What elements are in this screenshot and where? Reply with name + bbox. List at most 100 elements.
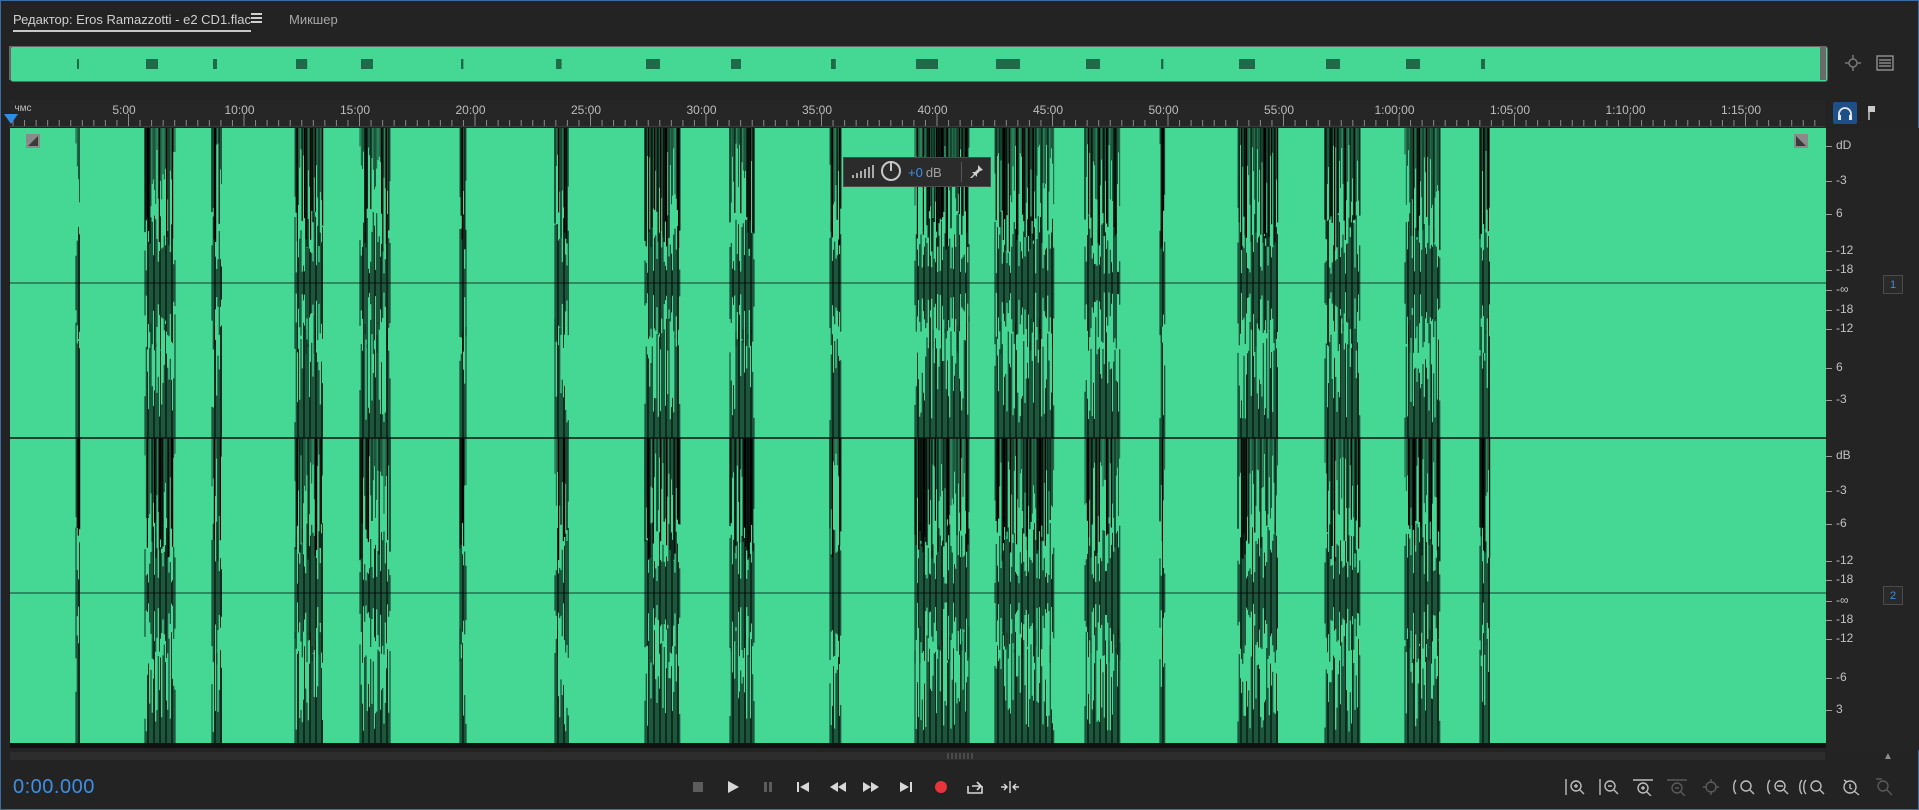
rewind-icon[interactable] xyxy=(825,776,851,798)
overview-quiet-section xyxy=(77,59,79,69)
fast-forward-icon[interactable] xyxy=(858,776,884,798)
overview-quiet-section xyxy=(1326,59,1340,69)
overview-waveform[interactable] xyxy=(10,46,1828,82)
scale-tick xyxy=(1826,601,1832,602)
panel-tab-bar: Редактор: Eros Ramazzotti - e2 CD1.flac … xyxy=(0,0,1919,36)
db-label: -6 xyxy=(1836,516,1847,530)
scale-tick xyxy=(1826,251,1832,252)
overview-quiet-section xyxy=(1239,59,1255,69)
db-label: -18 xyxy=(1836,302,1854,316)
tab-editor[interactable]: Редактор: Eros Ramazzotti - e2 CD1.flac xyxy=(13,12,252,32)
zoom-out-selection-icon[interactable] xyxy=(1764,776,1794,798)
zoom-in-time-icon[interactable] xyxy=(1628,776,1658,798)
overview-quiet-section xyxy=(916,59,938,69)
zoom-in-amplitude-icon[interactable] xyxy=(1560,776,1590,798)
db-label: 6 xyxy=(1836,360,1843,374)
scale-tick xyxy=(1826,524,1832,525)
scale-tick xyxy=(1826,214,1832,215)
db-label: -12 xyxy=(1836,553,1854,567)
overview-quiet-section xyxy=(996,59,1020,69)
db-label: 3 xyxy=(1836,702,1843,716)
zoom-full-icon[interactable] xyxy=(1696,776,1726,798)
scale-tick xyxy=(1826,639,1832,640)
overview-quiet-section xyxy=(831,59,836,69)
db-label: dD xyxy=(1836,138,1852,152)
overview-quiet-section xyxy=(213,59,217,69)
pause-icon[interactable] xyxy=(755,776,781,798)
list-icon[interactable] xyxy=(1873,52,1897,74)
overview-quiet-section xyxy=(361,59,373,69)
amplitude-scale[interactable]: dD -3 6 -12 -18 -∞ -18 -12 6 -3 dB -3 -6 -12 -18 -∞ -18 -… xyxy=(1826,128,1919,750)
db-label: -18 xyxy=(1836,572,1854,586)
scale-tick xyxy=(1826,290,1832,291)
volume-value[interactable]: +0 xyxy=(908,165,923,180)
go-to-start-icon[interactable] xyxy=(790,776,816,798)
waveform-quiet-section xyxy=(1479,438,1491,748)
headphones-icon[interactable] xyxy=(1833,102,1857,124)
scale-tick xyxy=(1826,620,1832,621)
overview-quiet-section xyxy=(1161,59,1164,69)
waveform-graphic xyxy=(10,128,1826,748)
stop-icon[interactable] xyxy=(685,776,711,798)
overview-quiet-section xyxy=(146,59,158,69)
channel-2-badge[interactable]: 2 xyxy=(1883,586,1903,605)
play-icon[interactable] xyxy=(720,776,746,798)
scroll-up-icon[interactable]: ▲ xyxy=(1880,750,1896,762)
scale-tick xyxy=(1826,710,1832,711)
db-label: 6 xyxy=(1836,206,1843,220)
horizontal-scrollbar[interactable] xyxy=(10,752,1825,760)
db-label: -∞ xyxy=(1836,282,1849,296)
zoom-reset-icon[interactable] xyxy=(1836,776,1866,798)
waveform-quiet-section xyxy=(211,128,223,438)
zoom-in-out-icon[interactable] xyxy=(1798,776,1828,798)
channel-1-badge[interactable]: 1 xyxy=(1883,275,1903,294)
menu-icon[interactable] xyxy=(251,13,262,25)
scale-tick xyxy=(1826,678,1832,679)
zoom-settings-icon[interactable] xyxy=(1870,776,1900,798)
zoom-in-selection-icon[interactable] xyxy=(1730,776,1760,798)
waveform-quiet-section xyxy=(729,128,755,438)
waveform-quiet-section xyxy=(729,438,755,748)
scale-tick xyxy=(1826,270,1832,271)
overview-quiet-section xyxy=(461,59,464,69)
knob-icon[interactable] xyxy=(880,160,902,185)
overview-quiet-section xyxy=(1086,59,1100,69)
waveform-quiet-section xyxy=(211,438,223,748)
scale-tick xyxy=(1826,310,1832,311)
ruler-ticks xyxy=(12,114,1816,126)
go-to-end-icon[interactable] xyxy=(893,776,919,798)
scale-tick xyxy=(1826,561,1832,562)
time-ruler[interactable]: чмс 5:00 10:00 15:00 20:00 25:00 30:00 35:00 40… xyxy=(9,100,1825,127)
record-icon[interactable] xyxy=(928,776,954,798)
waveform-display[interactable] xyxy=(10,128,1826,748)
channel-2-waveform xyxy=(10,438,1826,748)
zoom-to-selection-icon[interactable] xyxy=(1842,52,1864,74)
scale-tick xyxy=(1826,146,1832,147)
zoom-out-amplitude-icon[interactable] xyxy=(1594,776,1624,798)
scale-tick xyxy=(1826,368,1832,369)
volume-hud[interactable]: +0 dB xyxy=(843,157,991,187)
scale-tick xyxy=(1826,329,1832,330)
tab-mixer[interactable]: Микшер xyxy=(289,12,338,27)
overview-quiet-section xyxy=(556,59,562,69)
skip-selection-icon[interactable] xyxy=(997,776,1023,798)
db-label: -3 xyxy=(1836,392,1847,406)
scale-tick xyxy=(1826,456,1832,457)
scrollbar-grip[interactable] xyxy=(945,753,975,759)
scale-tick xyxy=(1826,580,1832,581)
overview-quiet-section xyxy=(296,59,308,69)
overview-quiet-section xyxy=(1481,59,1485,69)
loop-icon[interactable] xyxy=(962,776,988,798)
db-label: -12 xyxy=(1836,631,1854,645)
pin-icon[interactable] xyxy=(970,164,984,181)
marker-icon[interactable] xyxy=(1862,102,1882,124)
db-label: -18 xyxy=(1836,262,1854,276)
overview-quiet-section xyxy=(646,59,660,69)
zoom-out-time-icon[interactable] xyxy=(1662,776,1692,798)
overview-right-handle[interactable] xyxy=(1820,46,1826,80)
scale-tick xyxy=(1826,400,1832,401)
playhead-marker[interactable] xyxy=(4,114,18,124)
db-label: -3 xyxy=(1836,483,1847,497)
time-display[interactable]: 0:00.000 xyxy=(13,776,95,799)
db-label: -12 xyxy=(1836,243,1854,257)
